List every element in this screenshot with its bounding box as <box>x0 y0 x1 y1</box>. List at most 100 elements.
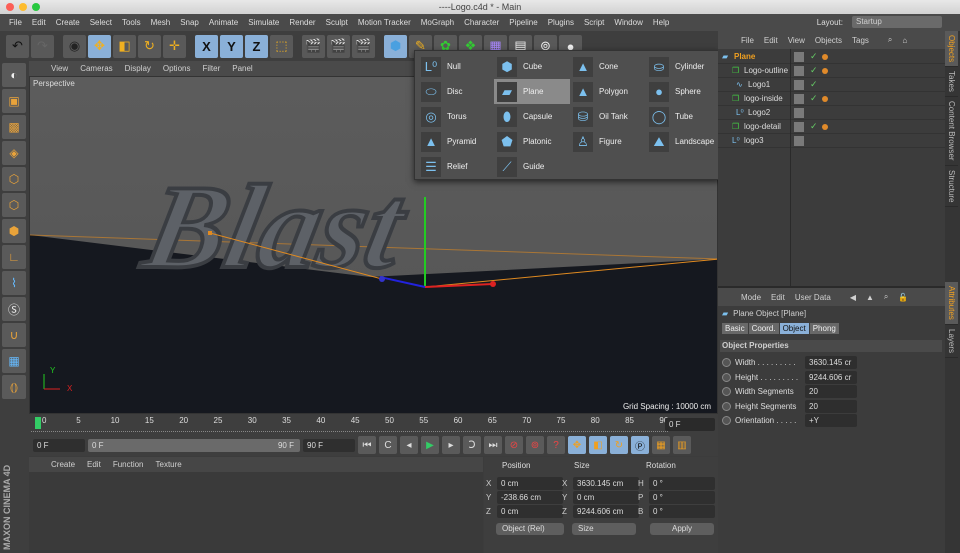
material-tag-icon[interactable] <box>822 67 828 74</box>
go-to-end-icon[interactable]: ⏭ <box>484 436 502 454</box>
size-field[interactable]: 3630.145 cm <box>573 477 639 490</box>
primitive-cube[interactable]: ⬢ Cube <box>494 54 570 79</box>
property-value-field[interactable]: 3630.145 cr <box>805 356 857 369</box>
render-picture-viewer-icon[interactable]: 🎬 <box>327 34 350 58</box>
back-arrow-icon[interactable]: ◀ <box>850 293 856 302</box>
viewport-menu-filter[interactable]: Filter <box>202 64 220 73</box>
tab-object[interactable]: Object <box>779 323 809 334</box>
primitive-platonic[interactable]: ⬟ Platonic <box>494 129 570 154</box>
end-frame-field[interactable]: 0 F <box>665 418 715 431</box>
rotation-field[interactable]: 0 ° <box>649 491 715 504</box>
menu-snap[interactable]: Snap <box>180 18 199 27</box>
side-tab-structure[interactable]: Structure <box>945 166 958 208</box>
render-settings-icon[interactable]: 🎬 <box>352 34 375 58</box>
magnet-icon[interactable]: ∪ <box>2 323 26 347</box>
objects-menu-file[interactable]: File <box>741 36 754 45</box>
position-field[interactable]: -238.66 cm <box>497 491 563 504</box>
search-icon[interactable]: ⌕ <box>884 292 888 302</box>
material-tag-icon[interactable] <box>822 53 828 60</box>
object-row-logo2[interactable]: L⁰ Logo2 <box>718 106 945 120</box>
side-tab-takes[interactable]: Takes <box>945 67 958 98</box>
menu-simulate[interactable]: Simulate <box>248 18 279 27</box>
side-tab-content-browser[interactable]: Content Browser <box>945 97 958 166</box>
animate-toggle-icon[interactable] <box>722 401 731 411</box>
menu-sculpt[interactable]: Sculpt <box>326 18 348 27</box>
axis-mode-icon[interactable]: ∟ <box>2 245 26 269</box>
menu-edit[interactable]: Edit <box>32 18 46 27</box>
point-level-key-icon[interactable]: ▦ <box>652 436 670 454</box>
menu-select[interactable]: Select <box>90 18 112 27</box>
previous-key-icon[interactable]: C <box>379 436 397 454</box>
animate-toggle-icon[interactable] <box>722 387 731 396</box>
scale-icon[interactable]: ◧ <box>113 34 136 58</box>
maximize-window-button[interactable] <box>32 3 40 11</box>
lock-icon[interactable]: 🔓 <box>898 293 908 302</box>
property-value-field[interactable]: +Y <box>805 414 857 427</box>
layer-flag[interactable] <box>794 121 804 132</box>
objects-menu-view[interactable]: View <box>788 36 805 45</box>
layout-select[interactable]: Startup <box>852 16 942 28</box>
search-icon[interactable]: ⌕ <box>888 35 892 45</box>
primitive-figure[interactable]: ♙ Figure <box>570 129 646 154</box>
enabled-check-icon[interactable]: ✓ <box>810 51 818 62</box>
viewport-menu-options[interactable]: Options <box>163 64 191 73</box>
menu-plugins[interactable]: Plugins <box>548 18 574 27</box>
menu-mesh[interactable]: Mesh <box>151 18 171 27</box>
material-menu-edit[interactable]: Edit <box>87 460 101 469</box>
menu-help[interactable]: Help <box>653 18 669 27</box>
position-field[interactable]: 0 cm <box>497 505 563 518</box>
timeline-ruler[interactable]: 0 5 10 15 20 25 30 35 40 45 50 55 60 65 70 75 80 85 90 0 F <box>29 414 718 434</box>
enabled-check-icon[interactable]: ✓ <box>810 93 818 104</box>
primitive-polygon[interactable]: ▲ Polygon <box>570 79 646 104</box>
layer-flag[interactable] <box>794 79 804 90</box>
redo-icon[interactable]: ↷ <box>31 34 54 58</box>
side-tab-attributes[interactable]: Attributes <box>945 282 958 325</box>
primitive-cylinder[interactable]: ⛀ Cylinder <box>646 54 722 79</box>
go-to-start-icon[interactable]: ⏮ <box>358 436 376 454</box>
object-row-logo1[interactable]: ∿ Logo1 ✓ <box>718 78 945 92</box>
next-frame-icon[interactable]: ▸ <box>442 436 460 454</box>
locked-workplane-icon[interactable]: ⦅⦆ <box>2 375 26 399</box>
z-axis-lock-button[interactable]: Z <box>245 34 268 58</box>
points-mode-icon[interactable]: ⬡ <box>2 167 26 191</box>
move-icon[interactable]: ✥ <box>88 34 111 58</box>
current-frame-field[interactable]: 0 F <box>33 438 85 452</box>
close-window-button[interactable] <box>6 3 14 11</box>
primitive-capsule[interactable]: ⬮ Capsule <box>494 104 570 129</box>
rotate-icon[interactable]: ↻ <box>138 34 161 58</box>
position-field[interactable]: 0 cm <box>497 477 563 490</box>
tab-phong[interactable]: Phong <box>809 323 839 334</box>
layer-flag[interactable] <box>794 107 804 118</box>
tab-basic[interactable]: Basic <box>722 323 748 334</box>
primitive-oil-tank[interactable]: ⛁ Oil Tank <box>570 104 646 129</box>
property-value-field[interactable]: 20 <box>805 385 857 398</box>
cube-primitive-icon[interactable]: ⬢ <box>384 34 407 58</box>
menu-animate[interactable]: Animate <box>209 18 238 27</box>
menu-create[interactable]: Create <box>56 18 80 27</box>
viewport-menu-display[interactable]: Display <box>125 64 151 73</box>
attr-menu-edit[interactable]: Edit <box>771 293 785 302</box>
primitive-pyramid[interactable]: ▲ Pyramid <box>418 129 494 154</box>
frame-range-slider[interactable]: 0 F 90 F <box>88 438 300 452</box>
playhead[interactable] <box>35 417 41 429</box>
objects-menu-edit[interactable]: Edit <box>764 36 778 45</box>
material-menu-create[interactable]: Create <box>51 460 75 469</box>
primitive-guide[interactable]: ⟋ Guide <box>494 154 570 179</box>
enabled-check-icon[interactable]: ✓ <box>810 65 818 76</box>
up-arrow-icon[interactable]: ▲ <box>866 293 874 302</box>
play-icon[interactable]: ▶ <box>421 436 439 454</box>
transform-icon[interactable]: ✛ <box>163 34 186 58</box>
objects-menu-tags[interactable]: Tags <box>852 36 869 45</box>
size-field[interactable]: 0 cm <box>573 491 639 504</box>
layer-flag[interactable] <box>794 93 804 104</box>
viewport-menu-cameras[interactable]: Cameras <box>80 64 112 73</box>
texture-mode-icon[interactable]: ▩ <box>2 115 26 139</box>
rotation-key-icon[interactable]: ↻ <box>610 436 628 454</box>
primitive-disc[interactable]: ⬭ Disc <box>418 79 494 104</box>
home-icon[interactable]: ⌂ <box>902 36 907 45</box>
menu-file[interactable]: File <box>9 18 22 27</box>
primitive-tube[interactable]: ◯ Tube <box>646 104 722 129</box>
material-menu-function[interactable]: Function <box>113 460 144 469</box>
make-editable-icon[interactable]: ◐ <box>2 63 26 87</box>
layer-flag[interactable] <box>794 65 804 76</box>
